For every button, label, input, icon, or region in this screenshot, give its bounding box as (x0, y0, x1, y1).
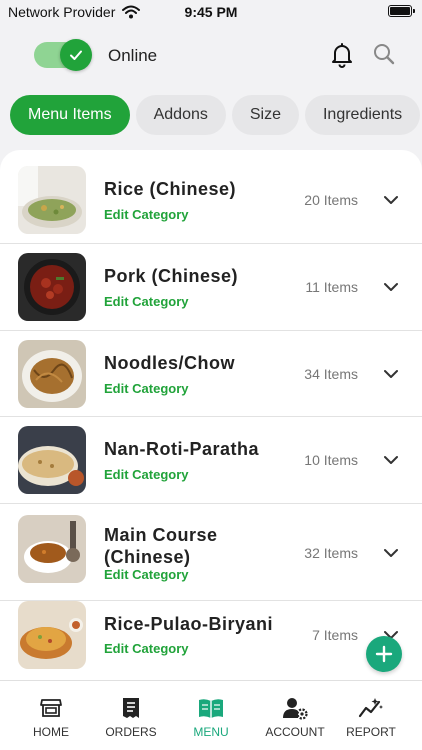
category-thumbnail (18, 601, 86, 669)
chevron-down-icon[interactable] (384, 279, 398, 297)
category-title: Nan-Roti-Paratha (104, 439, 260, 459)
online-label: Online (108, 46, 158, 65)
chevron-down-icon[interactable] (384, 452, 398, 470)
chevron-down-icon[interactable] (384, 192, 398, 210)
edit-category-link[interactable]: Edit Category (104, 567, 189, 582)
edit-category-link[interactable]: Edit Category (104, 467, 189, 482)
category-title: Pork (Chinese) (104, 266, 239, 286)
battery-icon (388, 5, 415, 17)
nav-label: ACCOUNT (265, 725, 325, 739)
item-count: 34 Items (304, 366, 358, 382)
category-title: Noodles/Chow (104, 353, 235, 373)
nav-label: REPORT (346, 725, 396, 739)
category-row[interactable]: Nan-Roti-Paratha Edit Category 10 Items (0, 417, 422, 504)
add-button[interactable] (366, 636, 402, 672)
edit-category-link[interactable]: Edit Category (104, 207, 189, 222)
item-count: 7 Items (312, 627, 358, 643)
item-count: 20 Items (304, 192, 358, 208)
category-title: Rice-Pulao-Biryani (104, 614, 274, 634)
category-row[interactable]: Rice (Chinese) Edit Category 20 Items (0, 150, 422, 244)
bell-icon[interactable] (330, 42, 354, 73)
nav-report[interactable]: REPORT (331, 695, 411, 739)
category-thumbnail (18, 426, 86, 494)
category-thumbnail (18, 515, 86, 583)
item-count: 11 Items (305, 279, 358, 295)
item-count: 32 Items (304, 545, 358, 561)
report-chart-icon (331, 695, 411, 721)
nav-label: MENU (193, 725, 229, 739)
chevron-down-icon[interactable] (384, 545, 398, 563)
category-title: Rice (Chinese) (104, 179, 237, 199)
receipt-icon (91, 695, 171, 721)
nav-orders[interactable]: ORDERS (91, 695, 171, 739)
account-gear-icon (255, 695, 335, 721)
category-title: Main Course (Chinese) (104, 525, 218, 567)
status-time: 9:45 PM (184, 4, 238, 20)
category-row[interactable]: Rice-Pulao-Biryani Edit Category 7 Items (0, 601, 422, 680)
chip-ingredients[interactable]: Ingredients (304, 95, 421, 135)
category-thumbnail (18, 166, 86, 234)
chip-addons[interactable]: Addons (135, 95, 226, 135)
search-icon[interactable] (372, 42, 396, 71)
nav-home[interactable]: HOME (11, 695, 91, 739)
category-thumbnail (18, 253, 86, 321)
category-list: Rice (Chinese) Edit Category 20 Items Po… (0, 150, 422, 680)
edit-category-link[interactable]: Edit Category (104, 381, 189, 396)
chevron-down-icon[interactable] (384, 366, 398, 384)
category-row[interactable]: Pork (Chinese) Edit Category 11 Items (0, 244, 422, 331)
item-count: 10 Items (304, 452, 358, 468)
nav-account[interactable]: ACCOUNT (255, 695, 335, 739)
edit-category-link[interactable]: Edit Category (104, 294, 189, 309)
filter-chips: Menu Items Addons Size Ingredients (10, 95, 422, 135)
edit-category-link[interactable]: Edit Category (104, 641, 189, 656)
status-bar: Network Provider 9:45 PM (0, 0, 422, 26)
plus-icon (374, 644, 394, 664)
nav-menu[interactable]: MENU (171, 695, 251, 739)
chip-size[interactable]: Size (231, 95, 299, 135)
top-bar: Online (0, 38, 422, 74)
chip-menu-items[interactable]: Menu Items (10, 95, 130, 135)
bottom-nav: HOME ORDERS MENU ACCOUNT REPORT (0, 680, 422, 750)
nav-label: HOME (33, 725, 69, 739)
store-icon (11, 695, 91, 721)
nav-label: ORDERS (105, 725, 157, 739)
category-row[interactable]: Noodles/Chow Edit Category 34 Items (0, 331, 422, 417)
category-thumbnail (18, 340, 86, 408)
category-row[interactable]: Main Course (Chinese) Edit Category 32 I… (0, 504, 422, 601)
menu-book-icon (171, 695, 251, 721)
check-icon (60, 39, 92, 71)
online-toggle[interactable] (34, 39, 92, 71)
